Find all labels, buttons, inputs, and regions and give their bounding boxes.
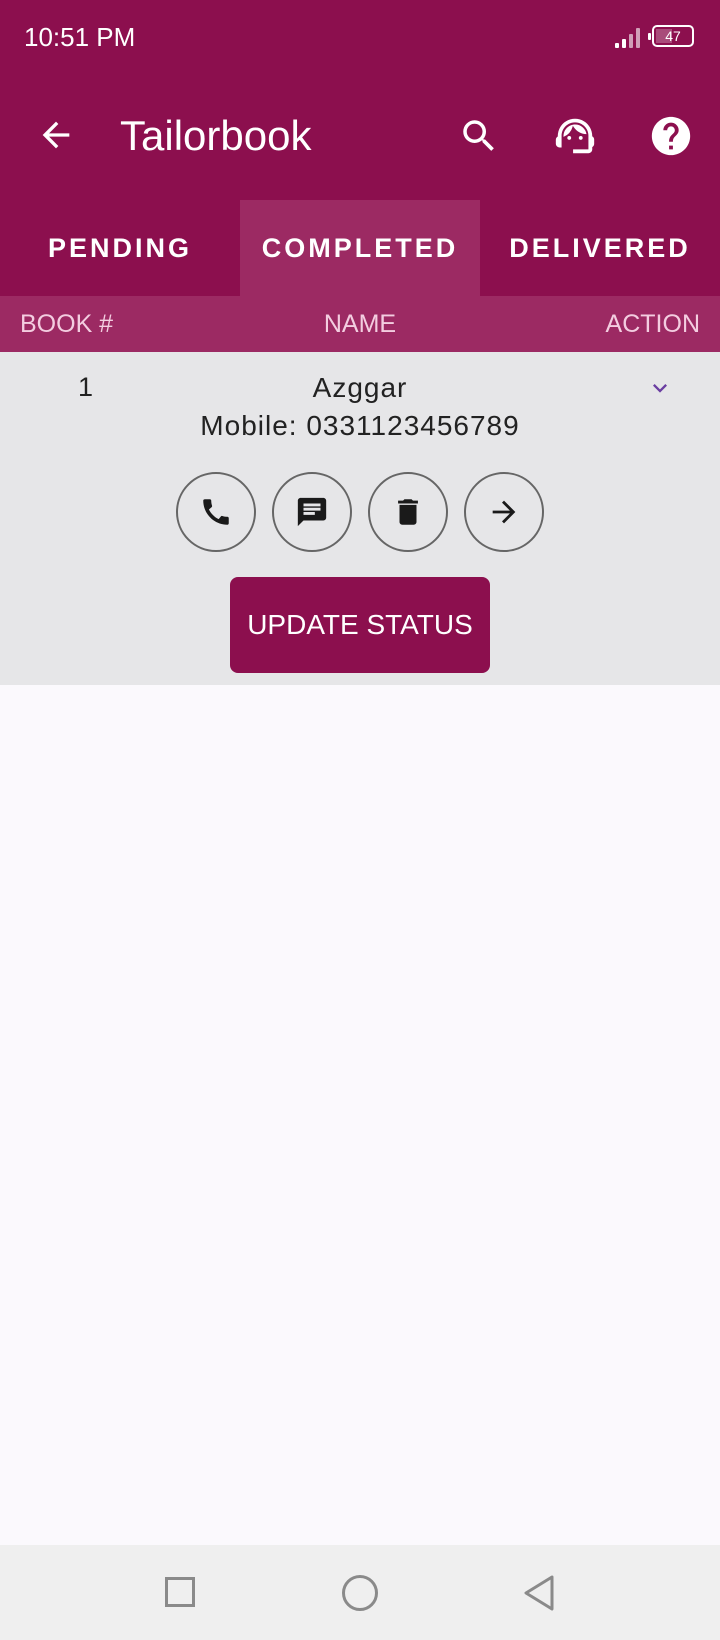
delete-button[interactable] [368, 472, 448, 552]
table-header: NAME BOOK # ACTION [0, 296, 720, 352]
home-icon[interactable] [342, 1575, 378, 1611]
recent-apps-icon[interactable] [165, 1577, 195, 1607]
search-icon[interactable] [458, 115, 500, 157]
customer-name: Azggar [312, 372, 408, 403]
system-nav-bar [0, 1545, 720, 1640]
header-book-number: BOOK # [20, 310, 114, 338]
signal-icon [615, 26, 645, 48]
battery-icon: 47 [648, 25, 694, 47]
tab-completed[interactable]: COMPLETED [240, 200, 480, 296]
chevron-down-icon[interactable] [646, 374, 674, 402]
customer-mobile: Mobile: 0331123456789 [200, 410, 520, 441]
header-action: ACTION [605, 310, 700, 338]
arrow-right-icon [492, 500, 516, 524]
tab-delivered[interactable]: DELIVERED [480, 200, 720, 296]
message-button[interactable] [272, 472, 352, 552]
nav-back-icon[interactable] [522, 1573, 556, 1613]
phone-icon [203, 499, 229, 525]
call-button[interactable] [176, 472, 256, 552]
support-agent-icon[interactable] [552, 113, 598, 159]
status-time: 10:51 PM [24, 22, 136, 52]
message-icon [297, 497, 327, 527]
status-bar: 10:51 PM 47 [0, 0, 720, 75]
order-row: 1 Azggar Mobile: 0331123456789 UPDATE ST… [0, 352, 720, 685]
tab-pending[interactable]: PENDING [0, 200, 240, 296]
trash-icon [398, 499, 418, 525]
update-status-button[interactable]: UPDATE STATUS [230, 577, 490, 673]
app-title: Tailorbook [120, 112, 312, 159]
battery-level: 47 [665, 28, 681, 44]
status-tabs: PENDING COMPLETED DELIVERED [0, 200, 720, 296]
back-arrow-icon[interactable] [36, 115, 76, 155]
app-bar: Tailorbook [0, 75, 720, 200]
help-icon[interactable] [648, 113, 694, 159]
open-order-button[interactable] [464, 472, 544, 552]
